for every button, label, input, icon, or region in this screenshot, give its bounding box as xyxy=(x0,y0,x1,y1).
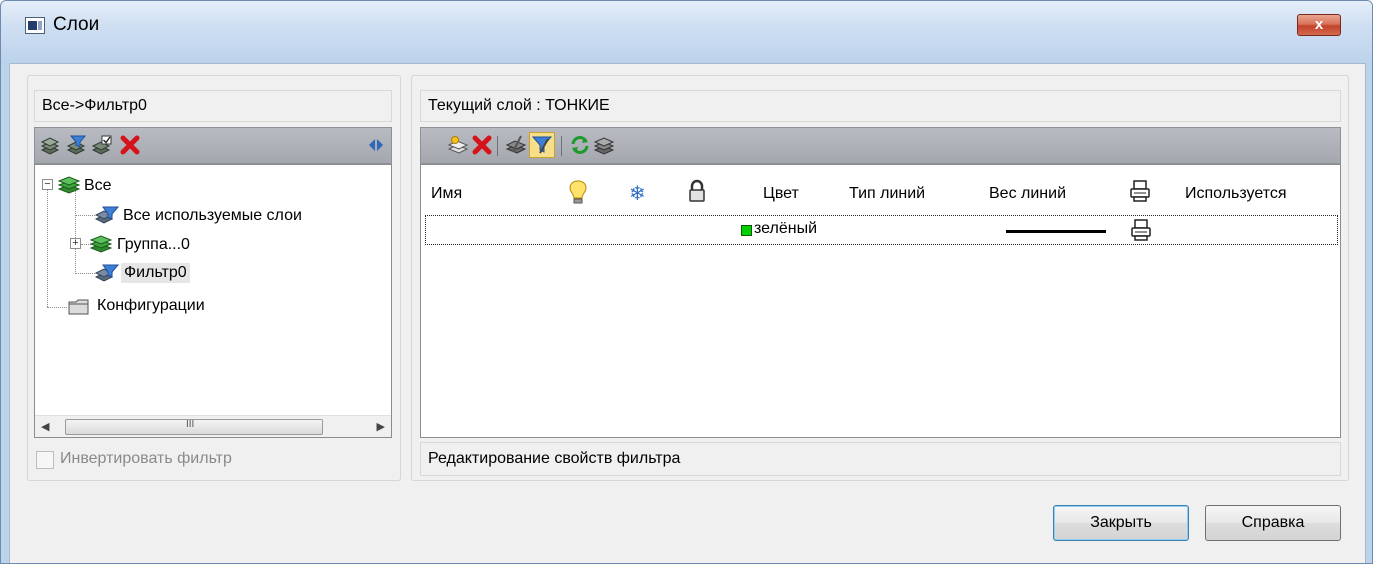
layers-panel: Текущий слой : ТОНКИЕ Имя ❄ Цвет Тип лин… xyxy=(411,75,1349,481)
help-button[interactable]: Справка xyxy=(1205,505,1341,541)
tree-line xyxy=(75,215,95,216)
new-group-filter-icon[interactable] xyxy=(65,134,87,156)
scroll-right-arrow[interactable]: ▶ xyxy=(377,420,385,433)
delete-layer-icon[interactable] xyxy=(471,134,493,156)
layers-icon xyxy=(57,175,81,195)
column-name[interactable]: Имя xyxy=(431,185,462,203)
filter-tree[interactable]: − Все Все используемые слои + Группа...0 xyxy=(34,164,392,438)
tree-item-used-layers[interactable]: Все используемые слои xyxy=(123,207,302,225)
tree-item-configurations[interactable]: Конфигурации xyxy=(97,297,205,315)
column-used[interactable]: Используется xyxy=(1185,185,1287,203)
new-filter-icon[interactable] xyxy=(39,134,61,156)
tree-line xyxy=(75,191,76,274)
status-bar: Редактирование свойств фильтра xyxy=(420,442,1341,476)
layers-dialog: Слои x Все->Фильтр0 − Все Все используем… xyxy=(0,0,1373,564)
layer-states-icon[interactable] xyxy=(91,134,113,156)
new-layer-icon[interactable] xyxy=(447,134,469,156)
close-window-button[interactable]: x xyxy=(1297,14,1341,36)
app-icon xyxy=(25,17,45,34)
toolbar-separator xyxy=(561,136,562,156)
expand-group-toggle[interactable]: + xyxy=(70,238,81,249)
freeze-icon[interactable]: ❄ xyxy=(629,181,646,206)
folder-icon xyxy=(67,297,91,317)
close-button[interactable]: Закрыть xyxy=(1053,505,1189,541)
printer-header-icon[interactable] xyxy=(1129,179,1151,208)
filter-icon xyxy=(94,263,120,283)
dialog-body: Все->Фильтр0 − Все Все используемые слои… xyxy=(9,63,1366,563)
table-row[interactable]: зелёный xyxy=(425,215,1338,245)
tree-item-filter0[interactable]: Фильтр0 xyxy=(121,263,190,283)
filter-path: Все->Фильтр0 xyxy=(34,90,392,122)
tree-line xyxy=(47,187,48,307)
invert-filter-checkbox[interactable] xyxy=(36,451,54,469)
filter-panel: Все->Фильтр0 − Все Все используемые слои… xyxy=(27,75,401,481)
group-layers-icon xyxy=(89,234,113,254)
scroll-grip: III xyxy=(186,419,195,430)
printer-row-icon[interactable] xyxy=(1130,218,1152,247)
filter-layers-icon xyxy=(94,205,120,225)
column-linetype[interactable]: Тип линий xyxy=(849,185,925,203)
filter-toolbar xyxy=(34,127,392,164)
filter-toggle-icon[interactable] xyxy=(529,132,555,158)
scroll-left-arrow[interactable]: ◀ xyxy=(41,420,49,433)
current-layer-label: Текущий слой : ТОНКИЕ xyxy=(420,90,1341,122)
row-color-name: зелёный xyxy=(754,220,818,237)
toolbar-separator xyxy=(497,136,498,156)
tree-line xyxy=(47,307,67,308)
layer-settings-icon[interactable] xyxy=(593,134,615,156)
tree-horizontal-scrollbar[interactable]: ◀ III ▶ xyxy=(35,415,391,437)
layers-table[interactable]: Имя ❄ Цвет Тип линий Вес линий Используе… xyxy=(420,164,1341,438)
color-swatch xyxy=(741,225,752,236)
tree-item-group[interactable]: Группа...0 xyxy=(117,236,190,254)
set-current-icon[interactable] xyxy=(505,134,527,156)
layers-toolbar xyxy=(420,127,1341,164)
title-bar: Слои x xyxy=(1,1,1372,63)
column-color[interactable]: Цвет xyxy=(763,185,799,203)
lock-icon[interactable] xyxy=(687,179,707,208)
collapse-panel-icon[interactable] xyxy=(365,134,387,156)
invert-filter-label: Инвертировать фильтр xyxy=(60,450,232,467)
tree-item-all[interactable]: Все xyxy=(84,177,112,195)
column-lineweight[interactable]: Вес линий xyxy=(989,185,1066,203)
window-title: Слои xyxy=(53,14,100,35)
lineweight-sample xyxy=(1006,230,1106,233)
collapse-all-toggle[interactable]: − xyxy=(42,179,53,190)
refresh-icon[interactable] xyxy=(569,134,591,156)
delete-filter-icon[interactable] xyxy=(119,134,141,156)
lightbulb-icon[interactable] xyxy=(567,179,589,210)
tree-line xyxy=(75,273,95,274)
scroll-thumb[interactable]: III xyxy=(65,419,323,435)
